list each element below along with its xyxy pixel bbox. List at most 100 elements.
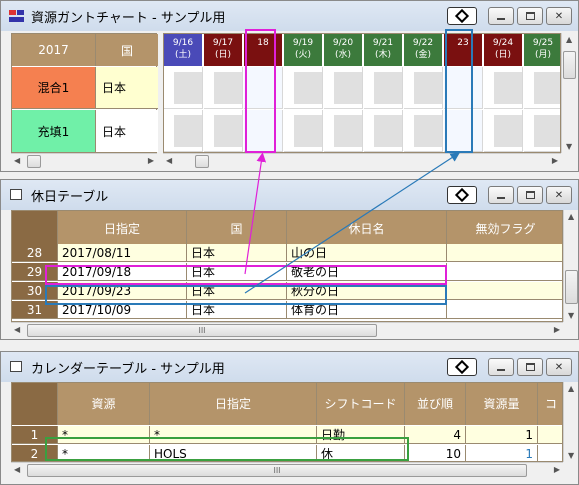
holiday-country-cell[interactable]: 日本 bbox=[187, 244, 287, 262]
calendar-hscrollbar[interactable]: ◀ III ▶ bbox=[11, 462, 563, 478]
col-header-shift-code[interactable]: シフトコード bbox=[317, 383, 405, 425]
gantt-cell[interactable] bbox=[404, 110, 443, 152]
scroll-thumb[interactable] bbox=[563, 51, 576, 79]
scroll-right-icon[interactable]: ▶ bbox=[148, 156, 154, 165]
holiday-date-cell[interactable]: 2017/08/11 bbox=[58, 244, 187, 262]
day-header-4[interactable]: 9/20 (水) bbox=[324, 34, 363, 66]
holiday-name-cell[interactable]: 体育の日 bbox=[287, 301, 447, 319]
date-cell[interactable]: * bbox=[150, 426, 317, 444]
holiday-date-cell[interactable]: 2017/10/09 bbox=[58, 301, 187, 319]
quantity-cell[interactable]: 1 bbox=[466, 426, 538, 444]
gantt-titlebar[interactable]: 資源ガントチャート - サンプル用 ✕ bbox=[1, 1, 578, 31]
scroll-thumb[interactable]: III bbox=[27, 324, 377, 337]
maximize-button[interactable] bbox=[517, 186, 543, 204]
holiday-flag-cell[interactable] bbox=[447, 301, 562, 319]
holiday-flag-cell[interactable] bbox=[447, 244, 562, 262]
resource-mixed-1[interactable]: 混合1 bbox=[12, 67, 96, 109]
gantt-cell[interactable] bbox=[284, 110, 323, 152]
calendar-titlebar[interactable]: カレンダーテーブル - サンプル用 ✕ bbox=[1, 352, 578, 382]
holiday-country-cell[interactable]: 日本 bbox=[187, 263, 287, 281]
pin-button[interactable] bbox=[447, 7, 477, 25]
day-header-8[interactable]: 9/24 (日) bbox=[484, 34, 523, 66]
scroll-left-icon[interactable]: ◀ bbox=[14, 325, 20, 334]
resource-country-1[interactable]: 日本 bbox=[96, 67, 158, 109]
pin-button[interactable] bbox=[447, 186, 477, 204]
gantt-cell[interactable] bbox=[164, 67, 203, 109]
row-number[interactable]: 1 bbox=[12, 426, 58, 444]
scroll-right-icon[interactable]: ▶ bbox=[554, 325, 560, 334]
day-header-2[interactable]: 18 bbox=[244, 34, 283, 66]
gantt-right-hscrollbar[interactable]: ◀ ▶ bbox=[163, 153, 561, 169]
holiday-hscrollbar[interactable]: ◀ III ▶ bbox=[11, 322, 563, 338]
gantt-cell[interactable] bbox=[244, 67, 283, 109]
day-header-5[interactable]: 9/21 (木) bbox=[364, 34, 403, 66]
row-number[interactable]: 30 bbox=[12, 282, 58, 300]
holiday-name-cell[interactable]: 敬老の日 bbox=[287, 263, 447, 281]
maximize-button[interactable] bbox=[517, 7, 543, 25]
shift-code-cell[interactable]: 日勤 bbox=[317, 426, 405, 444]
scroll-down-icon[interactable]: ▼ bbox=[568, 451, 574, 460]
col-header-order[interactable]: 並び順 bbox=[405, 383, 466, 425]
day-header-0[interactable]: 9/16 (土) bbox=[164, 34, 203, 66]
maximize-button[interactable] bbox=[517, 358, 543, 376]
truncated-cell[interactable] bbox=[538, 426, 562, 444]
scroll-up-icon[interactable]: ▲ bbox=[568, 384, 574, 393]
resource-filled-1[interactable]: 充填1 bbox=[12, 110, 96, 152]
resource-cell[interactable]: * bbox=[58, 426, 150, 444]
holiday-name-cell[interactable]: 山の日 bbox=[287, 244, 447, 262]
row-number[interactable]: 28 bbox=[12, 244, 58, 262]
day-header-6[interactable]: 9/22 (金) bbox=[404, 34, 443, 66]
gantt-cell[interactable] bbox=[324, 67, 363, 109]
scroll-thumb[interactable] bbox=[195, 155, 209, 168]
gantt-left-hscrollbar[interactable]: ◀ ▶ bbox=[11, 153, 157, 169]
order-cell[interactable]: 10 bbox=[405, 445, 466, 461]
pin-button[interactable] bbox=[447, 358, 477, 376]
close-button[interactable]: ✕ bbox=[546, 7, 572, 25]
scroll-down-icon[interactable]: ▼ bbox=[566, 142, 572, 151]
close-button[interactable]: ✕ bbox=[546, 358, 572, 376]
gantt-cell[interactable] bbox=[204, 110, 243, 152]
row-number[interactable]: 29 bbox=[12, 263, 58, 281]
truncated-cell[interactable] bbox=[538, 445, 562, 461]
date-cell[interactable]: HOLS bbox=[150, 445, 317, 461]
holiday-flag-cell[interactable] bbox=[447, 282, 562, 300]
holiday-titlebar[interactable]: 休日テーブル ✕ bbox=[1, 180, 578, 210]
gantt-cell[interactable] bbox=[444, 110, 483, 152]
gantt-cell[interactable] bbox=[364, 110, 403, 152]
row-number[interactable]: 31 bbox=[12, 301, 58, 319]
scroll-left-icon[interactable]: ◀ bbox=[14, 465, 20, 474]
close-button[interactable]: ✕ bbox=[546, 186, 572, 204]
shift-code-cell[interactable]: 休 bbox=[317, 445, 405, 461]
gantt-cell[interactable] bbox=[284, 67, 323, 109]
scroll-left-icon[interactable]: ◀ bbox=[14, 156, 20, 165]
scroll-thumb[interactable]: III bbox=[27, 464, 527, 477]
scroll-thumb[interactable] bbox=[565, 270, 578, 304]
col-header-holiday-name[interactable]: 休日名 bbox=[287, 211, 447, 247]
scroll-down-icon[interactable]: ▼ bbox=[568, 311, 574, 320]
holiday-country-cell[interactable]: 日本 bbox=[187, 282, 287, 300]
gantt-cell[interactable] bbox=[404, 67, 443, 109]
holiday-vscrollbar[interactable]: ▲ ▼ bbox=[563, 210, 578, 322]
col-header-date[interactable]: 日指定 bbox=[150, 383, 317, 425]
col-header-disabled-flag[interactable]: 無効フラグ bbox=[447, 211, 562, 247]
holiday-date-cell[interactable]: 2017/09/23 bbox=[58, 282, 187, 300]
scroll-thumb[interactable] bbox=[27, 155, 41, 168]
resource-cell[interactable]: * bbox=[58, 445, 150, 461]
minimize-button[interactable] bbox=[488, 186, 514, 204]
scroll-up-icon[interactable]: ▲ bbox=[566, 35, 572, 44]
gantt-cell[interactable] bbox=[484, 67, 523, 109]
row-number[interactable]: 2 bbox=[12, 445, 58, 461]
col-header-truncated[interactable]: コ bbox=[538, 383, 562, 425]
day-header-1[interactable]: 9/17 (日) bbox=[204, 34, 243, 66]
minimize-button[interactable] bbox=[488, 7, 514, 25]
gantt-cell[interactable] bbox=[444, 67, 483, 109]
holiday-flag-cell[interactable] bbox=[447, 263, 562, 281]
resource-country-2[interactable]: 日本 bbox=[96, 110, 158, 152]
scroll-right-icon[interactable]: ▶ bbox=[554, 465, 560, 474]
day-header-3[interactable]: 9/19 (火) bbox=[284, 34, 323, 66]
gantt-cell[interactable] bbox=[484, 110, 523, 152]
minimize-button[interactable] bbox=[488, 358, 514, 376]
col-header-country[interactable]: 国 bbox=[187, 211, 287, 247]
col-header-quantity[interactable]: 資源量 bbox=[466, 383, 538, 425]
holiday-country-cell[interactable]: 日本 bbox=[187, 301, 287, 319]
